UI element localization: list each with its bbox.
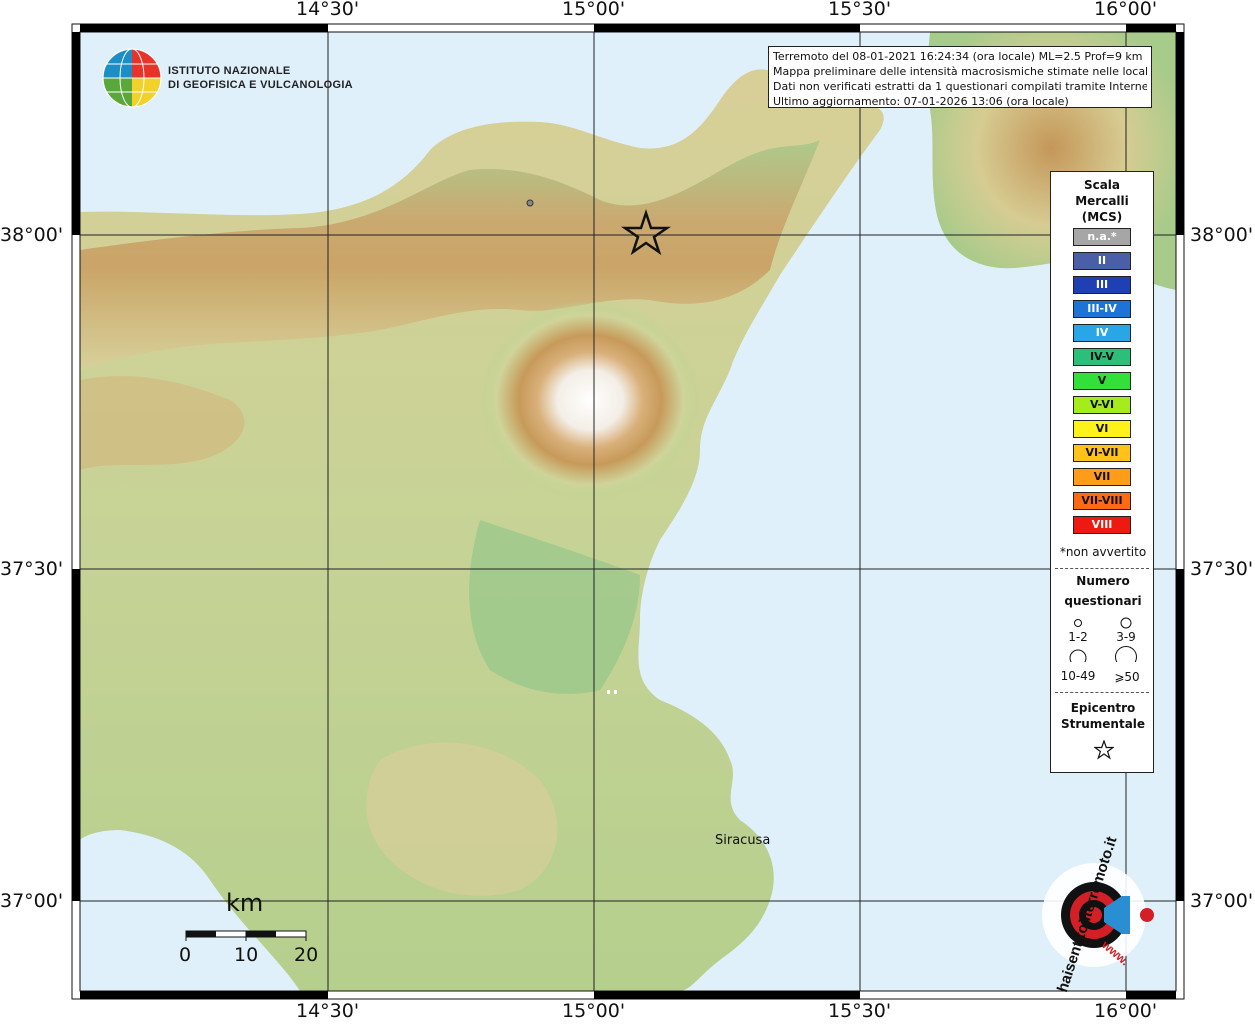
size-circle-medium-icon [1120,617,1132,629]
info-line-4: Ultimo aggiornamento: 07-01-2026 13:06 (… [773,95,1069,108]
logo-line-1: ISTITUTO NAZIONALE [168,65,291,77]
ingv-logo-text: ISTITUTO NAZIONALE DI GEOFISICA E VULCAN… [168,64,353,92]
scale-tick-0: 0 [179,944,192,966]
city-label-siracusa: Siracusa [715,833,771,848]
lon-label-bottom-1: 14°30' [296,1000,360,1022]
intensity-swatch: VI-VII [1073,444,1131,462]
lat-label-left-1: 38°00' [0,224,64,246]
badge-url: www. [1099,937,1132,969]
lat-label-left-3: 37°00' [0,890,64,912]
lon-label-top-3: 15°30' [828,0,892,20]
legend-title-3: (MCS) [1081,210,1123,224]
lon-label-top-4: 16°00' [1094,0,1158,20]
lat-label-left-2: 37°30' [0,558,64,580]
intensity-swatch: V-VI [1073,396,1131,414]
lon-label-bottom-4: 16°00' [1094,1000,1158,1022]
epi-title-1: Epicentro [1070,701,1136,715]
lon-label-top-1: 14°30' [296,0,360,20]
lat-label-right-1: 38°00' [1190,224,1254,246]
intensity-swatch: VII-VIII [1073,492,1131,510]
num-title-1: Numero [1076,574,1130,588]
intensity-swatch: VIII [1073,516,1131,534]
info-line-1: Terremoto del 08-01-2021 16:24:34 (ora l… [773,50,1143,63]
size-label-4: ⩾50 [1114,670,1140,684]
etna-volcano [480,300,700,500]
size-circle-large-icon [1069,649,1087,662]
intensity-swatch: VI [1073,420,1131,438]
lon-label-bottom-3: 15°30' [828,1000,892,1022]
intensity-swatch: IV-V [1073,348,1131,366]
lon-label-bottom-2: 15°00' [562,1000,626,1022]
info-line-3: Dati non verificati estratti da 1 questi… [773,80,1147,93]
scale-unit: km [226,889,264,917]
haisentito-badge: haisentitoilterremoto.it www. [1030,835,1158,995]
size-circle-xlarge-icon [1115,646,1137,662]
legend-title-2: Mercalli [1075,194,1129,208]
intensity-swatch: n.a.* [1073,228,1131,246]
legend-separator-1 [1055,568,1149,569]
legend-title: Scala Mercalli (MCS) [1051,177,1153,225]
intensity-swatch: II [1073,252,1131,270]
legend-panel: Scala Mercalli (MCS) n.a.* II III III-IV IV I… [1050,171,1154,773]
info-line-2: Mappa preliminare delle intensità macros… [773,65,1147,78]
scale-tick-10: 10 [234,944,259,966]
not-felt-note: *non avvertito [1059,545,1147,559]
lon-label-top-2: 15°00' [562,0,626,20]
intensity-swatch: VII [1073,468,1131,486]
epi-title-2: Strumentale [1060,717,1146,731]
lat-label-right-3: 37°00' [1190,890,1254,912]
event-info-box: Terremoto del 08-01-2021 16:24:34 (ora l… [768,46,1152,108]
logo-line-2: DI GEOFISICA E VULCANOLOGIA [168,79,353,91]
locality-point [526,199,534,207]
ingv-logo-icon [102,48,162,108]
num-title-2: questionari [1064,594,1142,608]
legend-title-1: Scala [1083,178,1121,192]
intensity-swatch: IV [1073,324,1131,342]
size-circle-small-icon [1074,619,1082,627]
legend-star-icon [1094,740,1114,760]
intensity-swatch: III [1073,276,1131,294]
size-label-1: 1-2 [1068,630,1088,644]
intensity-swatch: V [1073,372,1131,390]
intensity-swatch: III-IV [1073,300,1131,318]
scale-tick-20: 20 [294,944,319,966]
size-label-3: 10-49 [1060,669,1096,683]
size-label-2: 3-9 [1116,630,1136,644]
legend-separator-2 [1055,692,1149,693]
lat-label-right-2: 37°30' [1190,558,1254,580]
